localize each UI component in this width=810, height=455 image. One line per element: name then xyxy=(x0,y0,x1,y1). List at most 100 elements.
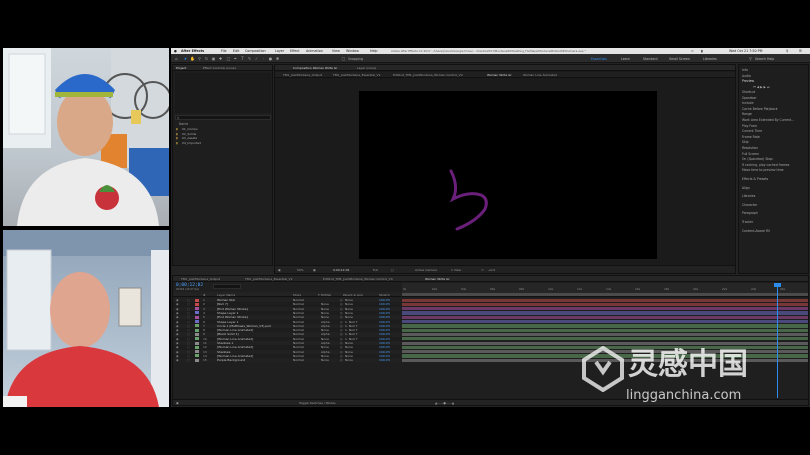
right-panel-item[interactable]: Content-Aware Fill xyxy=(742,229,770,233)
menu-item-animation[interactable]: Animation xyxy=(306,49,323,53)
label-color-swatch[interactable] xyxy=(195,332,199,336)
col-mode[interactable]: Mode xyxy=(293,293,301,297)
tab-editcut[interactable]: EditCut_TM1_JoshMontena_Woman Control_V4 xyxy=(323,277,413,281)
layer-track-bar[interactable] xyxy=(402,337,808,341)
breadcrumb-essential[interactable]: TM1_JoshMontena_Essential_V1 xyxy=(333,73,381,77)
comp-flowchart-icon[interactable]: ▣ xyxy=(176,401,179,405)
workspace-essentials[interactable]: Essentials xyxy=(591,57,607,61)
col-layer-name[interactable]: Layer Name xyxy=(217,293,235,297)
time-ruler[interactable]: 0s 02s 04s 06s 08s 10s 12s 14s 16s 18s 20s 22s 24s 26… xyxy=(402,283,808,297)
right-panel-item[interactable]: On (Spacebar) Stop: xyxy=(742,157,773,161)
right-panel-item[interactable]: Info xyxy=(742,68,748,72)
menu-clock[interactable]: Wed Oct 21 7:50 PM xyxy=(729,49,763,53)
layer-track-bar[interactable] xyxy=(402,311,808,315)
parent-pickwhip-icon[interactable]: ◎ xyxy=(340,358,343,362)
label-color-swatch[interactable] xyxy=(195,328,199,332)
search-help-icon[interactable]: ⚲ xyxy=(748,56,753,61)
timeline-search-input[interactable] xyxy=(213,284,241,289)
workspace-libraries[interactable]: Libraries xyxy=(703,57,717,61)
comp-viewer-canvas[interactable] xyxy=(359,91,657,259)
right-panel-item[interactable]: Tracker xyxy=(742,220,753,224)
roto-tool-icon[interactable]: ● xyxy=(268,56,273,61)
label-color-swatch[interactable] xyxy=(195,315,199,319)
right-panel-item[interactable]: Character xyxy=(742,203,757,207)
selection-tool-icon[interactable]: ➤ xyxy=(183,56,188,61)
camera-tool-icon[interactable]: ▣ xyxy=(211,56,216,61)
right-panel-item[interactable]: Resolution xyxy=(742,146,758,150)
tab-output[interactable]: TM1_JoshMontena_Output xyxy=(181,277,220,281)
zoom-dropdown[interactable]: 50% xyxy=(297,268,304,272)
spotlight-icon[interactable]: ⚲ xyxy=(786,49,788,53)
workspace-standard[interactable]: Standard xyxy=(643,57,658,61)
exposure-value[interactable]: +0.0 xyxy=(488,268,495,272)
eraser-tool-icon[interactable]: ◦ xyxy=(261,56,266,61)
rectangle-tool-icon[interactable]: □ xyxy=(226,56,231,61)
type-tool-icon[interactable]: T xyxy=(240,56,245,61)
puppet-tool-icon[interactable]: ✱ xyxy=(275,56,280,61)
resolution-dropdown[interactable]: Full xyxy=(373,268,378,272)
right-panel-item[interactable]: Spacebar xyxy=(742,96,757,100)
breadcrumb-editcut[interactable]: EditCut_TM1_JoshMontena_Woman Control_V4 xyxy=(393,73,481,77)
menu-item-help[interactable]: Help xyxy=(370,49,378,53)
right-panel-item[interactable]: Current Time xyxy=(742,129,762,133)
col-parent[interactable]: Parent & Link xyxy=(343,293,363,297)
menu-item-effect[interactable]: Effect xyxy=(290,49,300,53)
right-panel-item[interactable]: Libraries xyxy=(742,194,755,198)
menu-item-window[interactable]: Window xyxy=(346,49,359,53)
label-color-swatch[interactable] xyxy=(195,358,199,362)
breadcrumb-woman-line[interactable]: Woman Line Animated xyxy=(523,73,557,77)
right-panel-item[interactable]: Paragraph xyxy=(742,211,758,215)
right-panel-item[interactable]: Cache Before Playback xyxy=(742,107,778,111)
col-stretch[interactable]: Stretch xyxy=(379,293,390,297)
layer-track-bar[interactable] xyxy=(402,332,808,337)
col-trkmat[interactable]: T TrkMat xyxy=(318,293,331,297)
pan-behind-tool-icon[interactable]: ✚ xyxy=(218,56,223,61)
right-panel-item[interactable]: Preview xyxy=(742,79,754,83)
menu-list-icon[interactable]: ☰ xyxy=(799,49,802,53)
preview-controls-icons[interactable]: ⏮ ◀ ▶ ▶ ⏭ xyxy=(753,85,770,89)
right-panel-item[interactable]: Work Area Extended By Current... xyxy=(742,118,794,122)
tab-effect-controls[interactable]: Effect Controls (none) xyxy=(203,66,236,70)
layer-track-bar[interactable] xyxy=(402,341,808,345)
wifi-icon[interactable]: ≈ xyxy=(691,49,694,53)
always-preview-icon[interactable]: ▣ xyxy=(278,268,281,272)
breadcrumb-woman-write[interactable]: Woman Write Gr xyxy=(487,73,512,77)
menu-item-composition[interactable]: Composition xyxy=(245,49,266,53)
apple-icon[interactable]: ● xyxy=(174,49,177,53)
menu-app-name[interactable]: After Effects xyxy=(181,49,204,53)
work-area-bar[interactable] xyxy=(402,293,808,296)
label-color-swatch[interactable] xyxy=(195,302,199,306)
battery-icon[interactable]: ▮ xyxy=(701,49,703,53)
right-panel-item[interactable]: Effects & Presets xyxy=(742,177,768,181)
list-item[interactable]: ▮ 04_Imported xyxy=(173,141,272,145)
snapping-icon[interactable]: ▢ xyxy=(341,56,346,61)
exposure-icon[interactable]: ☼ xyxy=(481,268,484,272)
label-color-swatch[interactable] xyxy=(195,320,199,324)
right-panel-item[interactable]: Align xyxy=(742,186,750,190)
comp-timecode[interactable]: 0;00;12;02 xyxy=(333,268,349,272)
snapshot-icon[interactable]: ▣ xyxy=(313,268,316,272)
layer-parent[interactable]: None xyxy=(345,358,353,362)
project-search-input[interactable]: ⚲ xyxy=(175,115,271,120)
menu-item-layer[interactable]: Layer xyxy=(275,49,284,53)
playhead-handle[interactable] xyxy=(774,283,781,287)
label-color-swatch[interactable] xyxy=(195,298,199,302)
table-row[interactable]: ◉ □ 15 Purple Background Normal None ◎ None 100.… xyxy=(173,358,401,363)
layer-track-bar[interactable] xyxy=(402,307,808,311)
project-column-header[interactable]: Name xyxy=(179,122,188,126)
workspace-small-screen[interactable]: Small Screen xyxy=(669,57,690,61)
layer-track-bar[interactable] xyxy=(402,298,808,302)
region-icon[interactable]: □ xyxy=(391,268,394,272)
tab-essential[interactable]: TM1_JoshMontena_Essential_V1 xyxy=(245,277,293,281)
tab-layer[interactable]: Layer (none) xyxy=(357,66,376,70)
menu-item-view[interactable]: View xyxy=(332,49,340,53)
right-panel-item[interactable]: Range xyxy=(742,112,752,116)
right-panel-item[interactable]: Play From xyxy=(742,124,757,128)
tab-woman-write[interactable]: Woman Write Gr xyxy=(425,277,450,281)
layer-track-bar[interactable] xyxy=(402,315,808,319)
right-panel-item[interactable]: Include: xyxy=(742,101,754,105)
clone-tool-icon[interactable]: ✓ xyxy=(254,56,259,61)
brush-tool-icon[interactable]: ✎ xyxy=(247,56,252,61)
label-color-swatch[interactable] xyxy=(195,354,199,358)
lock-icon[interactable]: □ xyxy=(187,358,190,362)
